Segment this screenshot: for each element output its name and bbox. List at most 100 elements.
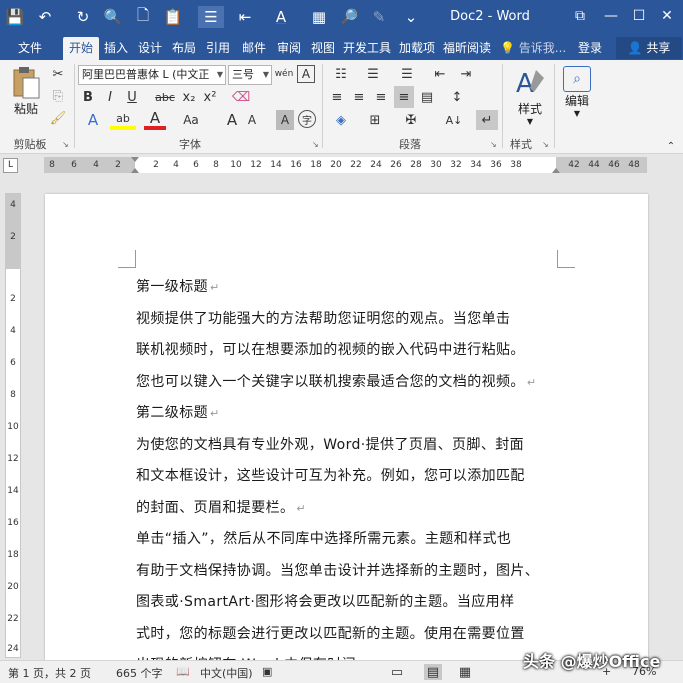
tab-home[interactable]: 开始 (63, 37, 99, 60)
multilevel-list-icon[interactable]: ☰ (396, 64, 418, 84)
minimize-button[interactable]: — (596, 5, 626, 27)
print-layout-icon[interactable]: ▤ (424, 664, 442, 680)
first-line-indent-marker[interactable] (131, 157, 139, 162)
enclose-characters-button[interactable]: 字 (298, 110, 316, 128)
superscript-button[interactable]: x² (201, 87, 219, 107)
bold-button[interactable]: B (80, 87, 96, 107)
font-color-icon[interactable]: A (268, 6, 294, 28)
body-line[interactable]: 的封面、页眉和提要栏。 ↵ (136, 497, 306, 517)
tab-insert[interactable]: 插入 (100, 37, 132, 60)
paste-button[interactable]: 粘贴 (8, 66, 44, 117)
numbering-icon[interactable]: ☰ (362, 64, 384, 84)
font-name-combo[interactable]: 阿里巴巴普惠体 L (中文正 ▼ (78, 65, 226, 85)
body-line[interactable]: 视频提供了功能强大的方法帮助您证明您的观点。当您单击 (136, 308, 510, 328)
language-indicator[interactable]: 中文(中国) (200, 665, 253, 681)
new-document-icon[interactable]: 🗋 (130, 6, 156, 28)
ribbon-display-icon[interactable]: ⧉ (565, 5, 595, 27)
left-indent-marker[interactable] (131, 168, 139, 173)
share-button[interactable]: 👤 共享 (616, 37, 682, 59)
tab-design[interactable]: 设计 (134, 37, 166, 60)
grow-font-button[interactable]: A (224, 110, 240, 130)
tab-layout[interactable]: 布局 (168, 37, 200, 60)
sort-icon[interactable]: A↓ (444, 110, 464, 130)
save-icon[interactable]: 💾 (2, 6, 28, 28)
body-line[interactable]: 有助于文档保持协调。当您单击设计并选择新的主题时，图片、 (136, 560, 539, 580)
body-line[interactable]: 联机视频时，可以在想要添加的视频的嵌入代码中进行粘贴。 (136, 339, 525, 359)
line-spacing-icon[interactable]: ↕ (446, 87, 468, 107)
web-layout-icon[interactable]: ▦ (456, 664, 474, 680)
underline-button[interactable]: U (124, 87, 140, 107)
undo-icon[interactable]: ↶ (32, 6, 58, 28)
text-effects-button[interactable]: A (82, 110, 104, 130)
font-launcher-icon[interactable]: ↘ (312, 140, 319, 149)
collapse-ribbon-icon[interactable]: ⌃ (664, 136, 678, 156)
copy-icon[interactable]: ⎘ (48, 86, 68, 106)
read-mode-icon[interactable]: ▭ (388, 664, 406, 680)
character-shading-button[interactable]: A (276, 110, 294, 130)
increase-indent-icon[interactable]: ⇥ (456, 64, 476, 84)
body-line[interactable]: 单击“插入”，然后从不同库中选择所需元素。主题和样式也 (136, 528, 511, 548)
repeat-icon[interactable]: ↻ (70, 6, 96, 28)
body-line[interactable]: 为使您的文档具有专业外观，Word·提供了页眉、页脚、封面 (136, 434, 524, 454)
print-preview-icon[interactable]: 🔍 (100, 6, 126, 28)
macro-recording-icon[interactable]: ▣ (262, 665, 272, 678)
tab-view[interactable]: 视图 (307, 37, 339, 60)
vertical-ruler[interactable]: 4 2 2 4 6 8 10 12 14 16 18 20 22 24 (5, 193, 21, 658)
subscript-button[interactable]: x₂ (180, 87, 198, 107)
body-line[interactable]: 您也可以键入一个关键字以联机搜索最适合您的文档的视频。 ↵ (136, 371, 536, 391)
change-case-button[interactable]: Aa (178, 110, 204, 130)
heading-line[interactable]: 第二级标题 ↵ (136, 402, 220, 422)
tab-references[interactable]: 引用 (202, 37, 234, 60)
tab-selector[interactable]: L (3, 158, 18, 173)
close-button[interactable]: ✕ (652, 5, 682, 27)
draw-icon[interactable]: ✎ (366, 6, 392, 28)
word-count[interactable]: 665 个字 (116, 665, 163, 681)
find-icon[interactable]: 🔎 (336, 6, 362, 28)
list-icon[interactable]: ☰ (198, 6, 224, 28)
show-paragraph-marks-icon[interactable]: ↵ (476, 110, 498, 130)
tab-file[interactable]: 文件 (8, 37, 52, 60)
styles-button[interactable]: A 样式 ▼ (508, 66, 552, 126)
shrink-font-button[interactable]: A (244, 110, 260, 130)
paragraph-launcher-icon[interactable]: ↘ (490, 140, 497, 149)
format-painter-icon[interactable]: 🖌 (48, 108, 68, 128)
document-page[interactable]: 第一级标题 ↵ 视频提供了功能强大的方法帮助您证明您的观点。当您单击 联机视频时，可以… (45, 194, 648, 673)
horizontal-ruler[interactable]: 8 6 4 2 2 4 6 8 10 12 14 16 18 20 22 24 26 28 30 32 34 36 38 42… (44, 157, 647, 173)
distributed-icon[interactable]: ▤ (418, 87, 436, 107)
body-line[interactable]: 式时，您的标题会进行更改以匹配新的主题。使用在需要位置 (136, 623, 525, 643)
borders-icon[interactable]: ⊞ (364, 110, 386, 130)
chinese-layout-icon[interactable]: ✠ (400, 110, 422, 130)
heading-line[interactable]: 第一级标题 ↵ (136, 276, 220, 296)
clipboard-launcher-icon[interactable]: ↘ (62, 140, 69, 149)
indent-icon[interactable]: ⇤ (232, 6, 258, 28)
proofing-icon[interactable]: 📖 (176, 665, 190, 678)
justify-icon[interactable]: ≡ (394, 86, 414, 108)
align-center-icon[interactable]: ≡ (350, 87, 368, 107)
font-size-combo[interactable]: 三号 ▼ (228, 65, 272, 85)
tab-review[interactable]: 审阅 (273, 37, 305, 60)
styles-launcher-icon[interactable]: ↘ (542, 140, 549, 149)
highlight-button[interactable]: ab (110, 110, 136, 130)
tab-addins[interactable]: 加载项 (396, 37, 438, 60)
page-count[interactable]: 第 1 页，共 2 页 (8, 665, 91, 681)
table-icon[interactable]: ▦ (306, 6, 332, 28)
tab-developer[interactable]: 开发工具 (342, 37, 392, 60)
shading-icon[interactable]: ◈ (330, 110, 352, 130)
decrease-indent-icon[interactable]: ⇤ (430, 64, 450, 84)
clear-formatting-icon[interactable]: ⌫ (232, 87, 250, 107)
paste-icon[interactable]: 📋 (160, 6, 186, 28)
body-line[interactable]: 图表或·SmartArt·图形将会更改以匹配新的主题。当应用样 (136, 591, 514, 611)
maximize-button[interactable]: ☐ (624, 5, 654, 27)
phonetic-guide-icon[interactable]: wén (274, 64, 294, 84)
character-border-icon[interactable]: A (297, 65, 315, 83)
italic-button[interactable]: I (102, 87, 118, 107)
font-color-button[interactable]: A (144, 109, 166, 130)
sign-in-link[interactable]: 登录 (578, 38, 602, 58)
body-line[interactable]: 和文本框设计，这些设计可互为补充。例如，您可以添加匹配 (136, 465, 525, 485)
cut-icon[interactable]: ✂ (48, 64, 68, 84)
bullets-icon[interactable]: ☷ (330, 64, 352, 84)
align-left-icon[interactable]: ≡ (328, 87, 346, 107)
editing-button[interactable]: ⌕ 编辑 ▼ (560, 66, 594, 118)
tab-foxit[interactable]: 福昕阅读 (442, 37, 492, 60)
right-indent-marker[interactable] (552, 168, 560, 173)
